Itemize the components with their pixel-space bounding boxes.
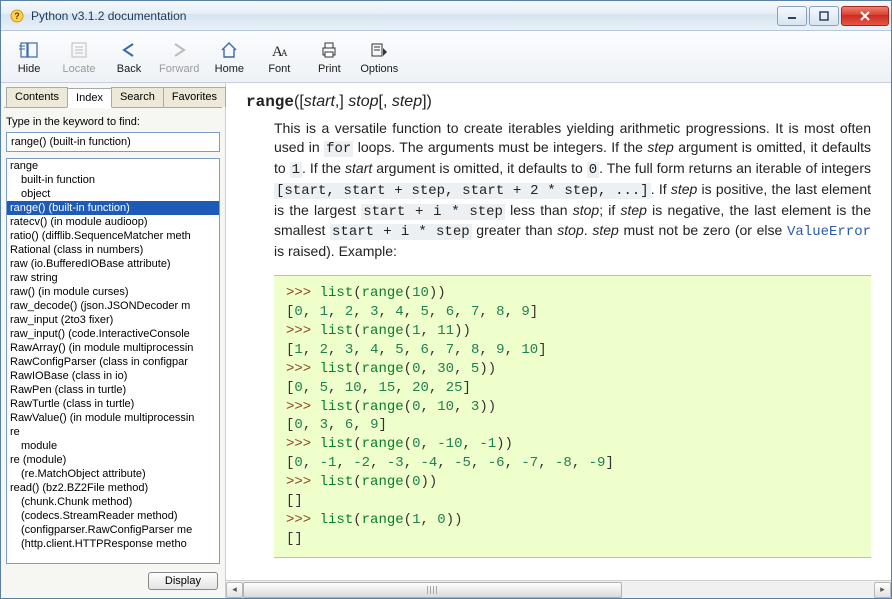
display-button[interactable]: Display — [148, 572, 218, 590]
minimize-button[interactable] — [777, 6, 807, 26]
find-input[interactable] — [6, 132, 220, 152]
description: This is a versatile function to create i… — [274, 119, 871, 261]
home-label: Home — [215, 63, 244, 75]
index-item[interactable]: re (module) — [7, 453, 219, 467]
sidebar-tabs: Contents Index Search Favorites — [4, 87, 222, 108]
scroll-right-arrow[interactable]: ▸ — [874, 582, 891, 598]
index-item[interactable]: RawArray() (in module multiprocessin — [7, 341, 219, 355]
index-item[interactable]: raw (io.BufferedIOBase attribute) — [7, 257, 219, 271]
app-window: ? Python v3.1.2 documentation Hide Locat… — [0, 0, 892, 599]
main-area: Contents Index Search Favorites Type in … — [1, 83, 891, 598]
index-item[interactable]: (configparser.RawConfigParser me — [7, 523, 219, 537]
index-item[interactable]: object — [7, 187, 219, 201]
index-item[interactable]: (codecs.StreamReader method) — [7, 509, 219, 523]
index-item[interactable]: range — [7, 159, 219, 173]
print-label: Print — [318, 63, 341, 75]
content-pane: range([start,] stop[, step]) This is a v… — [226, 83, 891, 598]
index-item[interactable]: (re.MatchObject attribute) — [7, 467, 219, 481]
forward-icon — [168, 39, 190, 61]
index-item[interactable]: range() (built-in function) — [7, 201, 219, 215]
svg-text:A: A — [281, 48, 288, 58]
window-buttons — [775, 6, 889, 26]
horizontal-scrollbar[interactable]: ◂ ▸ — [226, 580, 891, 598]
index-item[interactable]: RawIOBase (class in io) — [7, 369, 219, 383]
options-icon — [368, 39, 390, 61]
options-button[interactable]: Options — [359, 35, 399, 78]
window-title: Python v3.1.2 documentation — [31, 9, 775, 23]
font-icon: AA — [268, 39, 290, 61]
home-icon — [218, 39, 240, 61]
index-item[interactable]: (http.client.HTTPResponse metho — [7, 537, 219, 551]
index-item[interactable]: (chunk.Chunk method) — [7, 495, 219, 509]
index-item[interactable]: raw_decode() (json.JSONDecoder m — [7, 299, 219, 313]
forward-button[interactable]: Forward — [159, 35, 199, 78]
index-item[interactable]: RawValue() (in module multiprocessin — [7, 411, 219, 425]
locate-label: Locate — [62, 63, 95, 75]
index-item[interactable]: ratecv() (in module audioop) — [7, 215, 219, 229]
scroll-left-arrow[interactable]: ◂ — [226, 582, 243, 598]
options-label: Options — [360, 63, 398, 75]
maximize-button[interactable] — [809, 6, 839, 26]
index-list[interactable]: rangebuilt-in functionobjectrange() (bui… — [6, 158, 220, 564]
toolbar: Hide Locate Back Forward Home AA Font Pr… — [1, 31, 891, 83]
index-item[interactable]: raw string — [7, 271, 219, 285]
scroll-track[interactable] — [243, 582, 874, 598]
content-scroll[interactable]: range([start,] stop[, step]) This is a v… — [226, 83, 891, 580]
print-button[interactable]: Print — [309, 35, 349, 78]
function-signature: range([start,] stop[, step]) — [246, 93, 871, 111]
locate-icon — [68, 39, 90, 61]
code-example: >>> list(range(10)) [0, 1, 2, 3, 4, 5, 6… — [274, 275, 871, 557]
index-item[interactable]: module — [7, 439, 219, 453]
print-icon — [318, 39, 340, 61]
scroll-thumb[interactable] — [243, 582, 622, 598]
hide-label: Hide — [18, 63, 41, 75]
index-item[interactable]: Rational (class in numbers) — [7, 243, 219, 257]
tab-index[interactable]: Index — [67, 88, 112, 108]
svg-text:?: ? — [14, 11, 20, 21]
fn-name: range — [246, 93, 294, 111]
locate-button[interactable]: Locate — [59, 35, 99, 78]
index-item[interactable]: raw() (in module curses) — [7, 285, 219, 299]
index-item[interactable]: RawTurtle (class in turtle) — [7, 397, 219, 411]
index-item[interactable]: RawPen (class in turtle) — [7, 383, 219, 397]
back-label: Back — [117, 63, 141, 75]
font-label: Font — [268, 63, 290, 75]
close-button[interactable] — [841, 6, 889, 26]
tab-favorites[interactable]: Favorites — [163, 87, 226, 107]
sidebar: Contents Index Search Favorites Type in … — [1, 83, 226, 598]
valueerror-link[interactable]: ValueError — [787, 224, 871, 240]
index-item[interactable]: read() (bz2.BZ2File method) — [7, 481, 219, 495]
font-button[interactable]: AA Font — [259, 35, 299, 78]
find-label: Type in the keyword to find: — [6, 116, 220, 128]
home-button[interactable]: Home — [209, 35, 249, 78]
index-item[interactable]: ratio() (difflib.SequenceMatcher meth — [7, 229, 219, 243]
hide-button[interactable]: Hide — [9, 35, 49, 78]
titlebar[interactable]: ? Python v3.1.2 documentation — [1, 1, 891, 31]
index-item[interactable]: built-in function — [7, 173, 219, 187]
tab-contents[interactable]: Contents — [6, 87, 68, 107]
index-item[interactable]: raw_input() (code.InteractiveConsole — [7, 327, 219, 341]
index-item[interactable]: re — [7, 425, 219, 439]
index-item[interactable]: raw_input (2to3 fixer) — [7, 313, 219, 327]
tab-search[interactable]: Search — [111, 87, 164, 107]
hide-icon — [18, 39, 40, 61]
index-item[interactable]: RawConfigParser (class in configpar — [7, 355, 219, 369]
back-icon — [118, 39, 140, 61]
forward-label: Forward — [159, 63, 199, 75]
back-button[interactable]: Back — [109, 35, 149, 78]
app-icon: ? — [9, 8, 25, 24]
